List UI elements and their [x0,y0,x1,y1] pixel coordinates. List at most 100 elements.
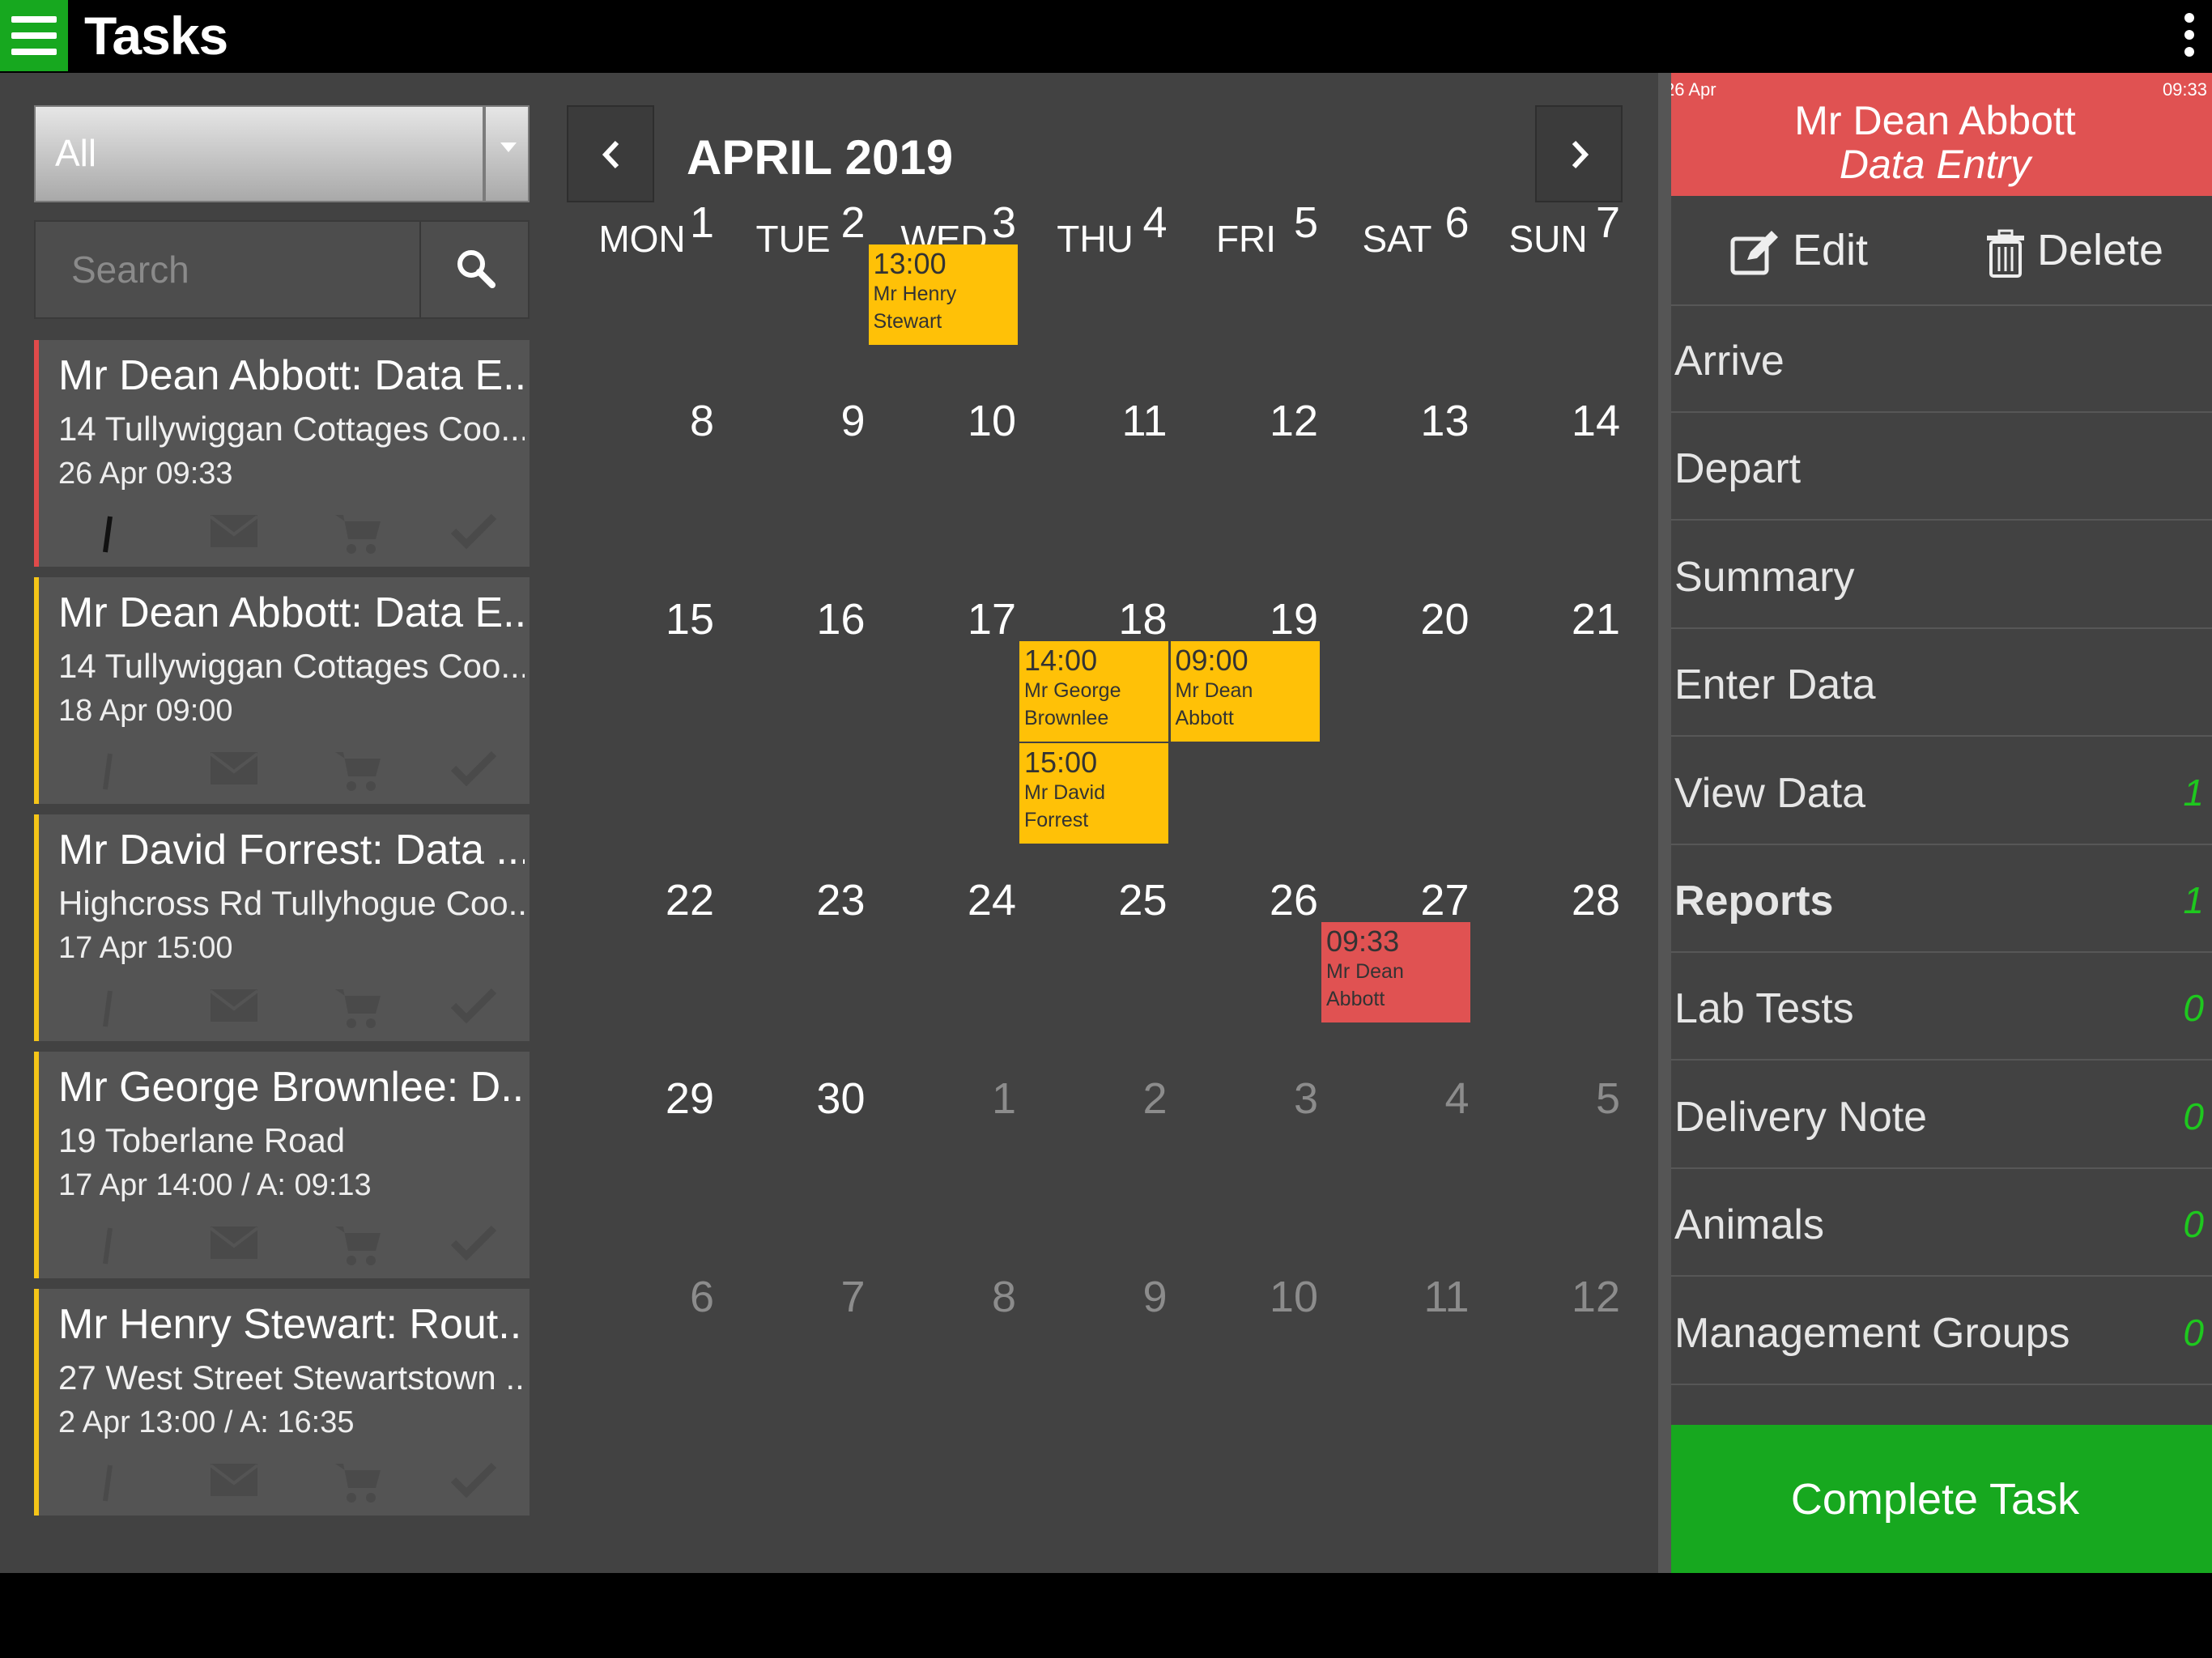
mail-icon[interactable] [209,1460,259,1506]
detail-menu-item[interactable]: View Data 1 [1658,738,2212,845]
calendar-event[interactable]: 14:00 Mr George Brownlee [1019,641,1168,742]
calendar-day[interactable]: 4 [1372,1073,1469,1124]
mail-icon[interactable] [209,1223,259,1269]
calendar-day[interactable]: 3 [1221,1073,1318,1124]
note-icon[interactable] [92,749,125,794]
delete-button[interactable]: Delete [1985,225,2163,278]
task-card[interactable]: Mr Henry Stewart: Rout... 27 West Street … [34,1289,530,1516]
task-card[interactable]: Mr Dean Abbott: Data E... 14 Tullywiggan … [34,577,530,804]
calendar-day[interactable]: 21 [1523,594,1620,644]
calendar-day[interactable]: 13 [1372,396,1469,446]
calendar-day[interactable]: 3 [919,198,1016,248]
hamburger-menu-icon[interactable] [0,0,68,71]
calendar-day[interactable]: 20 [1372,594,1469,644]
event-time: 14:00 [1024,644,1098,677]
cart-icon[interactable] [332,986,382,1031]
event-name: Mr Dean Abbott [1326,960,1404,1010]
task-card[interactable]: Mr David Forrest: Data ... Highcross Rd T… [34,814,530,1041]
calendar-day[interactable]: 10 [919,396,1016,446]
calendar-day[interactable]: 2 [1070,1073,1167,1124]
calendar-day[interactable]: 23 [768,875,865,925]
detail-menu-item[interactable]: Enter Data [1658,630,2212,738]
checkmark-icon[interactable] [450,512,497,557]
detail-menu-item[interactable]: Management Groups 0 [1658,1278,2212,1385]
calendar-day[interactable]: 1 [617,198,714,248]
task-action-icons [39,512,530,560]
cart-icon[interactable] [332,512,382,557]
detail-menu-item[interactable]: Summary [1658,522,2212,629]
calendar-day[interactable]: 5 [1523,1073,1620,1124]
note-icon[interactable] [92,512,125,557]
menu-item-label: Summary [1674,553,1855,601]
calendar-day[interactable]: 26 [1221,875,1318,925]
note-icon[interactable] [92,986,125,1031]
checkmark-icon[interactable] [450,986,497,1031]
detail-menu-item[interactable]: Lab Tests 0 [1658,954,2212,1061]
calendar-day[interactable]: 12 [1221,396,1318,446]
calendar-day[interactable]: 25 [1070,875,1167,925]
calendar-event[interactable]: 09:00 Mr Dean Abbott [1170,641,1320,742]
cart-icon[interactable] [332,749,382,794]
calendar-day[interactable]: 4 [1070,198,1167,248]
calendar-day[interactable]: 17 [919,594,1016,644]
calendar-day[interactable]: 9 [768,396,865,446]
calendar-day[interactable]: 11 [1372,1272,1469,1322]
calendar-day[interactable]: 19 [1221,594,1318,644]
calendar-day[interactable]: 11 [1070,396,1167,446]
mail-icon[interactable] [209,512,259,557]
calendar-day[interactable]: 9 [1070,1272,1167,1322]
note-icon[interactable] [92,1460,125,1506]
filter-dropdown[interactable]: All [34,105,530,202]
event-name: Mr David Forrest [1024,781,1106,831]
task-card[interactable]: Mr Dean Abbott: Data E... 14 Tullywiggan … [34,340,530,567]
detail-menu-item[interactable]: Animals 0 [1658,1170,2212,1278]
calendar-day[interactable]: 29 [617,1073,714,1124]
calendar-day[interactable]: 5 [1221,198,1318,248]
calendar-day[interactable]: 7 [768,1272,865,1322]
calendar-day[interactable]: 27 [1372,875,1469,925]
task-card[interactable]: Mr George Brownlee: D... 19 Toberlane Roa… [34,1052,530,1278]
calendar-event[interactable]: 15:00 Mr David Forrest [1019,743,1168,844]
event-name: Mr Dean Abbott [1175,679,1253,729]
checkmark-icon[interactable] [450,1460,497,1506]
calendar-day[interactable]: 2 [768,198,865,248]
calendar-event[interactable]: 09:33 Mr Dean Abbott [1321,922,1470,1022]
calendar-day[interactable]: 24 [919,875,1016,925]
cart-icon[interactable] [332,1223,382,1269]
cart-icon[interactable] [332,1460,382,1506]
calendar-day[interactable]: 15 [617,594,714,644]
search-input[interactable] [36,222,419,317]
calendar-day[interactable]: 6 [1372,198,1469,248]
detail-menu-item[interactable]: Delivery Note 0 [1658,1062,2212,1169]
event-name: Mr George Brownlee [1024,679,1121,729]
edit-button[interactable]: Edit [1729,225,1868,278]
mail-icon[interactable] [209,986,259,1031]
checkmark-icon[interactable] [450,1223,497,1269]
checkmark-icon[interactable] [450,749,497,794]
calendar-day[interactable]: 10 [1221,1272,1318,1322]
task-address: 19 Toberlane Road [58,1121,346,1159]
calendar-day[interactable]: 28 [1523,875,1620,925]
overflow-menu-icon[interactable] [2184,13,2196,60]
mail-icon[interactable] [209,749,259,794]
calendar-day[interactable]: 16 [768,594,865,644]
complete-task-button[interactable]: Complete Task [1658,1425,2212,1573]
calendar-day[interactable]: 7 [1523,198,1620,248]
calendar-day[interactable]: 8 [617,396,714,446]
calendar-day[interactable]: 30 [768,1073,865,1124]
calendar-day[interactable]: 1 [919,1073,1016,1124]
calendar-event[interactable]: 13:00 Mr Henry Stewart [868,244,1018,345]
calendar-day[interactable]: 12 [1523,1272,1620,1322]
calendar-day[interactable]: 6 [617,1272,714,1322]
calendar-day[interactable]: 14 [1523,396,1620,446]
detail-menu-item[interactable]: Depart [1658,414,2212,521]
calendar-day[interactable]: 8 [919,1272,1016,1322]
calendar-day[interactable]: 18 [1070,594,1167,644]
note-icon[interactable] [92,1223,125,1269]
event-time: 09:33 [1326,925,1400,958]
menu-item-label: Delivery Note [1674,1093,1928,1141]
calendar-day[interactable]: 22 [617,875,714,925]
detail-menu-item[interactable]: Arrive [1658,306,2212,413]
search-button[interactable] [421,222,528,317]
detail-menu-item[interactable]: Reports 1 [1658,846,2212,953]
